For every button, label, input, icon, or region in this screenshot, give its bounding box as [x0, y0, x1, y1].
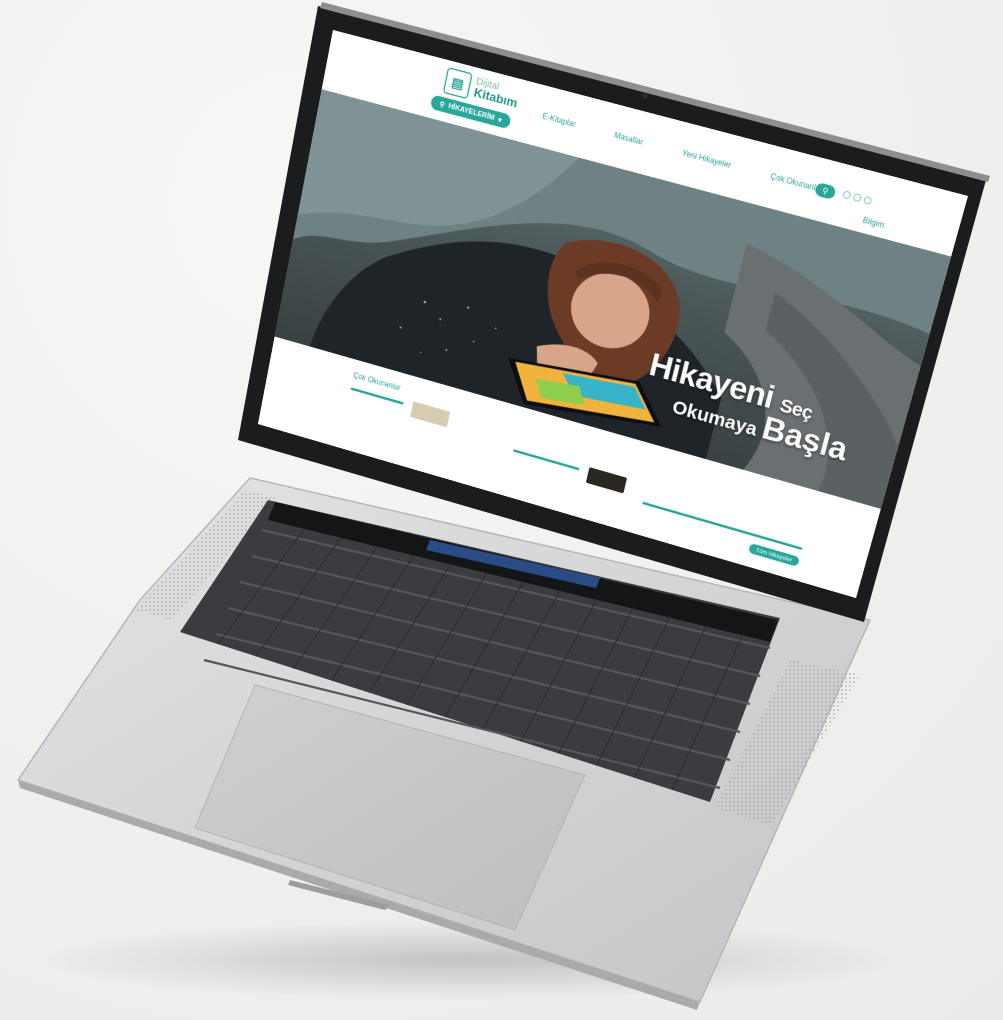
- chevron-down-icon: ▾: [497, 115, 503, 125]
- search-icon: ⚲: [438, 100, 446, 110]
- nav-item-ebooks[interactable]: E-Kitaplar: [541, 111, 576, 129]
- nav-item-new-stories[interactable]: Yeni Hikayeler: [681, 148, 732, 170]
- search-button[interactable]: ⚲: [813, 181, 837, 201]
- book-thumbnail[interactable]: [410, 401, 451, 428]
- scene: ▤ Dijital Kitabım ⚲ HİKAYELERİM ▾ E-Kita…: [0, 0, 1003, 1020]
- nav-item-info[interactable]: Bilgim: [862, 215, 886, 230]
- social-links: [842, 190, 873, 205]
- nav-item-tales[interactable]: Masallar: [613, 130, 644, 147]
- social-icon[interactable]: [842, 190, 852, 200]
- webcam: [642, 93, 648, 99]
- social-icon[interactable]: [863, 195, 873, 205]
- social-icon[interactable]: [852, 193, 862, 203]
- book-thumbnail[interactable]: [585, 467, 628, 494]
- divider-line: [642, 501, 803, 551]
- divider-line: [512, 449, 580, 471]
- book-logo-icon: ▤: [442, 66, 473, 100]
- search-icon: ⚲: [821, 185, 830, 197]
